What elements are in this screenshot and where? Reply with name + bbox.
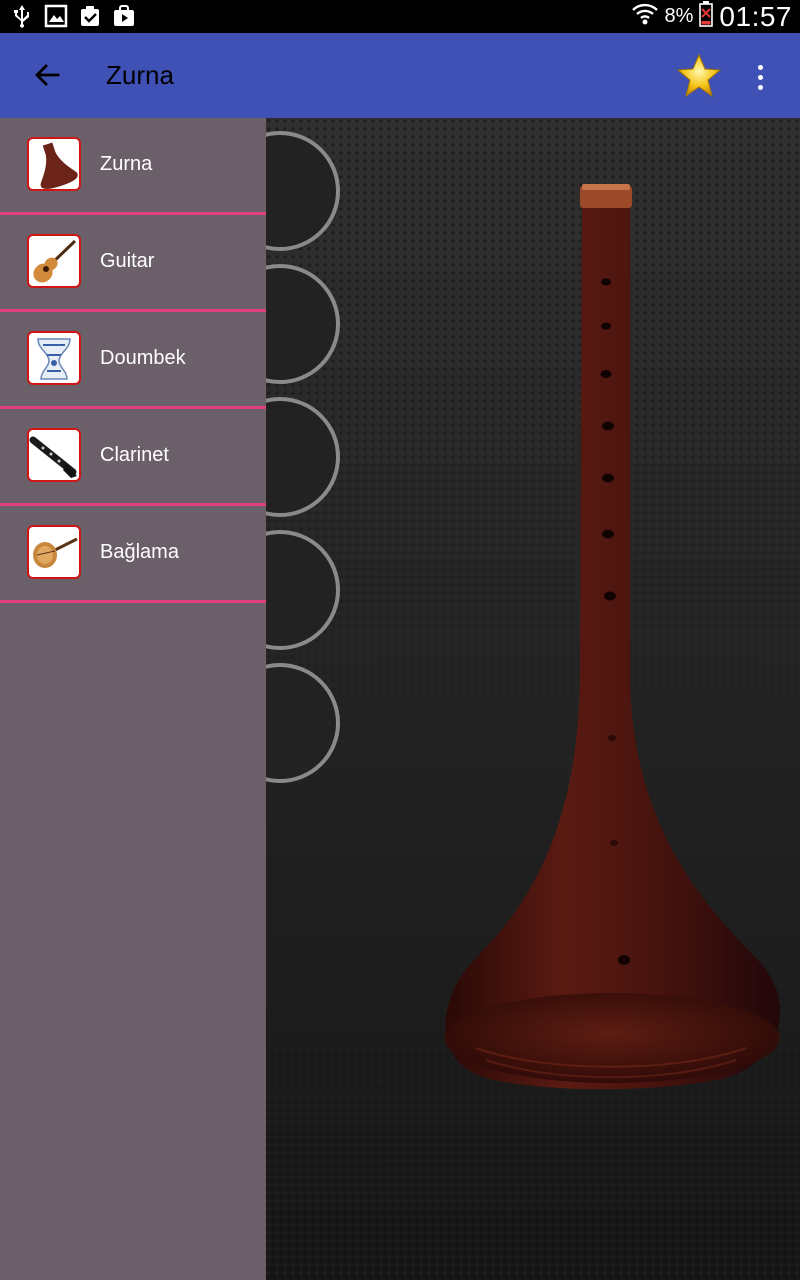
hole-button-4[interactable] [266,530,340,650]
zurna-thumb-icon [27,137,81,191]
overflow-menu-button[interactable] [744,59,776,95]
hole-button-3[interactable] [266,397,340,517]
clarinet-thumb-icon [27,428,81,482]
image-icon [44,3,68,29]
drawer-item-baglama[interactable]: Bağlama [0,506,266,603]
doumbek-thumb-icon [27,331,81,385]
drawer-item-label: Doumbek [100,347,186,369]
back-button[interactable] [30,57,66,93]
favorite-button[interactable] [676,53,722,99]
status-bar: 8% 01:57 [0,0,800,33]
drawer-item-label: Clarinet [100,444,169,466]
clock: 01:57 [719,0,792,32]
drawer-item-guitar[interactable]: Guitar [0,215,266,312]
usb-icon [10,3,34,29]
zurna-image [444,184,780,1090]
arrow-back-icon [35,64,60,86]
hole-button-2[interactable] [266,264,340,384]
clipboard-check-icon [78,3,102,29]
drawer-item-clarinet[interactable]: Clarinet [0,409,266,506]
page-title: Zurna [106,60,174,90]
baglama-thumb-icon [27,525,81,579]
navigation-drawer: Zurna Guitar Doumbek Clarinet Bağlama [0,118,266,1280]
battery-low-icon [699,1,714,32]
drawer-item-label: Bağlama [100,541,179,563]
hole-button-5[interactable] [266,663,340,783]
guitar-thumb-icon [27,234,81,288]
star-icon [676,53,722,98]
wifi-icon [631,1,659,32]
play-store-icon [112,3,136,29]
instrument-stage [266,118,800,1280]
more-vertical-icon [757,64,763,70]
drawer-item-label: Zurna [100,153,153,175]
drawer-item-doumbek[interactable]: Doumbek [0,312,266,409]
hole-button-1[interactable] [266,131,340,251]
drawer-item-label: Guitar [100,250,155,272]
drawer-item-zurna[interactable]: Zurna [0,118,266,215]
app-bar: Zurna [0,33,800,118]
battery-percent: 8% [664,5,694,27]
